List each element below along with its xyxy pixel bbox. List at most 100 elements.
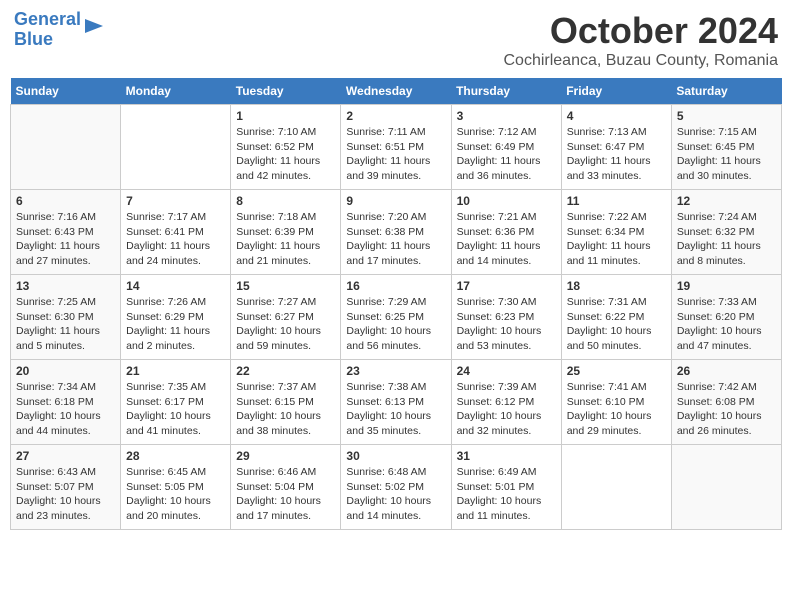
calendar-cell: 28 Sunrise: 6:45 AM Sunset: 5:05 PM Dayli… bbox=[121, 445, 231, 530]
week-row-3: 13Sunrise: 7:25 AM Sunset: 6:30 PM Dayli… bbox=[11, 275, 782, 360]
day-info: Sunrise: 7:34 AM Sunset: 6:18 PM Dayligh… bbox=[16, 380, 115, 439]
day-number: 25 bbox=[567, 364, 666, 378]
calendar-cell: 14 Sunrise: 7:26 AM Sunset: 6:29 PM Dayli… bbox=[121, 275, 231, 360]
day-number: 4 bbox=[567, 109, 666, 123]
calendar-cell: 10 Sunrise: 7:21 AM Sunset: 6:36 PM Dayli… bbox=[451, 190, 561, 275]
calendar-cell: 31 Sunrise: 6:49 AM Sunset: 5:01 PM Dayli… bbox=[451, 445, 561, 530]
calendar-cell: 13Sunrise: 7:25 AM Sunset: 6:30 PM Dayli… bbox=[11, 275, 121, 360]
day-info: Sunrise: 7:24 AM Sunset: 6:32 PM Dayligh… bbox=[677, 210, 776, 269]
calendar-cell: 6 Sunrise: 7:16 AM Sunset: 6:43 PM Daylig… bbox=[11, 190, 121, 275]
day-info: Sunrise: 7:35 AM Sunset: 6:17 PM Dayligh… bbox=[126, 380, 225, 439]
day-info: Sunrise: 7:11 AM Sunset: 6:51 PM Dayligh… bbox=[346, 125, 445, 184]
calendar-cell bbox=[11, 105, 121, 190]
calendar-cell: 15 Sunrise: 7:27 AM Sunset: 6:27 PM Dayli… bbox=[231, 275, 341, 360]
calendar-cell: 21Sunrise: 7:35 AM Sunset: 6:17 PM Dayli… bbox=[121, 360, 231, 445]
calendar-cell: 8 Sunrise: 7:18 AM Sunset: 6:39 PM Daylig… bbox=[231, 190, 341, 275]
calendar-cell: 2Sunrise: 7:11 AM Sunset: 6:51 PM Daylig… bbox=[341, 105, 451, 190]
calendar-cell: 19 Sunrise: 7:33 AM Sunset: 6:20 PM Dayli… bbox=[671, 275, 781, 360]
day-info: Sunrise: 7:41 AM Sunset: 6:10 PM Dayligh… bbox=[567, 380, 666, 439]
day-info: Sunrise: 7:15 AM Sunset: 6:45 PM Dayligh… bbox=[677, 125, 776, 184]
calendar-cell: 26 Sunrise: 7:42 AM Sunset: 6:08 PM Dayli… bbox=[671, 360, 781, 445]
week-row-1: 1 Sunrise: 7:10 AM Sunset: 6:52 PM Daylig… bbox=[11, 105, 782, 190]
day-info: Sunrise: 7:29 AM Sunset: 6:25 PM Dayligh… bbox=[346, 295, 445, 354]
day-info: Sunrise: 7:39 AM Sunset: 6:12 PM Dayligh… bbox=[457, 380, 556, 439]
header-day-saturday: Saturday bbox=[671, 78, 781, 105]
day-number: 19 bbox=[677, 279, 776, 293]
month-title: October 2024 bbox=[503, 10, 778, 52]
calendar-cell: 1 Sunrise: 7:10 AM Sunset: 6:52 PM Daylig… bbox=[231, 105, 341, 190]
day-info: Sunrise: 7:10 AM Sunset: 6:52 PM Dayligh… bbox=[236, 125, 335, 184]
day-info: Sunrise: 6:48 AM Sunset: 5:02 PM Dayligh… bbox=[346, 465, 445, 524]
day-info: Sunrise: 7:18 AM Sunset: 6:39 PM Dayligh… bbox=[236, 210, 335, 269]
day-number: 14 bbox=[126, 279, 225, 293]
calendar-cell: 27Sunrise: 6:43 AM Sunset: 5:07 PM Dayli… bbox=[11, 445, 121, 530]
header-day-thursday: Thursday bbox=[451, 78, 561, 105]
calendar-cell: 22 Sunrise: 7:37 AM Sunset: 6:15 PM Dayli… bbox=[231, 360, 341, 445]
header-day-sunday: Sunday bbox=[11, 78, 121, 105]
day-info: Sunrise: 7:26 AM Sunset: 6:29 PM Dayligh… bbox=[126, 295, 225, 354]
day-number: 20 bbox=[16, 364, 115, 378]
day-info: Sunrise: 7:27 AM Sunset: 6:27 PM Dayligh… bbox=[236, 295, 335, 354]
day-number: 5 bbox=[677, 109, 776, 123]
day-number: 26 bbox=[677, 364, 776, 378]
day-number: 11 bbox=[567, 194, 666, 208]
day-number: 22 bbox=[236, 364, 335, 378]
title-section: October 2024 Cochirleanca, Buzau County,… bbox=[503, 10, 778, 70]
header-day-friday: Friday bbox=[561, 78, 671, 105]
week-row-2: 6 Sunrise: 7:16 AM Sunset: 6:43 PM Daylig… bbox=[11, 190, 782, 275]
logo: GeneralBlue bbox=[14, 10, 105, 50]
day-number: 27 bbox=[16, 449, 115, 463]
day-info: Sunrise: 7:30 AM Sunset: 6:23 PM Dayligh… bbox=[457, 295, 556, 354]
calendar-cell bbox=[121, 105, 231, 190]
calendar-cell: 23Sunrise: 7:38 AM Sunset: 6:13 PM Dayli… bbox=[341, 360, 451, 445]
calendar-table: SundayMondayTuesdayWednesdayThursdayFrid… bbox=[10, 78, 782, 530]
calendar-cell: 24 Sunrise: 7:39 AM Sunset: 6:12 PM Dayli… bbox=[451, 360, 561, 445]
calendar-cell: 25 Sunrise: 7:41 AM Sunset: 6:10 PM Dayli… bbox=[561, 360, 671, 445]
location-title: Cochirleanca, Buzau County, Romania bbox=[503, 52, 778, 70]
day-info: Sunrise: 6:49 AM Sunset: 5:01 PM Dayligh… bbox=[457, 465, 556, 524]
calendar-cell: 30 Sunrise: 6:48 AM Sunset: 5:02 PM Dayli… bbox=[341, 445, 451, 530]
day-number: 12 bbox=[677, 194, 776, 208]
calendar-cell: 5 Sunrise: 7:15 AM Sunset: 6:45 PM Daylig… bbox=[671, 105, 781, 190]
day-number: 1 bbox=[236, 109, 335, 123]
calendar-cell: 12 Sunrise: 7:24 AM Sunset: 6:32 PM Dayli… bbox=[671, 190, 781, 275]
day-number: 18 bbox=[567, 279, 666, 293]
day-info: Sunrise: 7:33 AM Sunset: 6:20 PM Dayligh… bbox=[677, 295, 776, 354]
calendar-cell: 3Sunrise: 7:12 AM Sunset: 6:49 PM Daylig… bbox=[451, 105, 561, 190]
day-number: 31 bbox=[457, 449, 556, 463]
day-number: 16 bbox=[346, 279, 445, 293]
day-number: 28 bbox=[126, 449, 225, 463]
calendar-header: SundayMondayTuesdayWednesdayThursdayFrid… bbox=[11, 78, 782, 105]
day-info: Sunrise: 7:42 AM Sunset: 6:08 PM Dayligh… bbox=[677, 380, 776, 439]
day-number: 8 bbox=[236, 194, 335, 208]
day-info: Sunrise: 7:16 AM Sunset: 6:43 PM Dayligh… bbox=[16, 210, 115, 269]
day-number: 6 bbox=[16, 194, 115, 208]
day-info: Sunrise: 7:12 AM Sunset: 6:49 PM Dayligh… bbox=[457, 125, 556, 184]
calendar-cell bbox=[671, 445, 781, 530]
day-number: 15 bbox=[236, 279, 335, 293]
calendar-cell: 17Sunrise: 7:30 AM Sunset: 6:23 PM Dayli… bbox=[451, 275, 561, 360]
calendar-cell bbox=[561, 445, 671, 530]
header-day-tuesday: Tuesday bbox=[231, 78, 341, 105]
day-info: Sunrise: 7:17 AM Sunset: 6:41 PM Dayligh… bbox=[126, 210, 225, 269]
logo-icon bbox=[83, 15, 105, 37]
day-info: Sunrise: 6:45 AM Sunset: 5:05 PM Dayligh… bbox=[126, 465, 225, 524]
day-number: 30 bbox=[346, 449, 445, 463]
calendar-cell: 18Sunrise: 7:31 AM Sunset: 6:22 PM Dayli… bbox=[561, 275, 671, 360]
header-day-monday: Monday bbox=[121, 78, 231, 105]
calendar-cell: 7Sunrise: 7:17 AM Sunset: 6:41 PM Daylig… bbox=[121, 190, 231, 275]
day-number: 24 bbox=[457, 364, 556, 378]
calendar-cell: 20 Sunrise: 7:34 AM Sunset: 6:18 PM Dayli… bbox=[11, 360, 121, 445]
header-day-wednesday: Wednesday bbox=[341, 78, 451, 105]
day-number: 29 bbox=[236, 449, 335, 463]
calendar-cell: 16 Sunrise: 7:29 AM Sunset: 6:25 PM Dayli… bbox=[341, 275, 451, 360]
day-number: 10 bbox=[457, 194, 556, 208]
calendar-body: 1 Sunrise: 7:10 AM Sunset: 6:52 PM Daylig… bbox=[11, 105, 782, 530]
calendar-cell: 9Sunrise: 7:20 AM Sunset: 6:38 PM Daylig… bbox=[341, 190, 451, 275]
day-info: Sunrise: 7:21 AM Sunset: 6:36 PM Dayligh… bbox=[457, 210, 556, 269]
logo-text: GeneralBlue bbox=[14, 10, 81, 50]
day-info: Sunrise: 7:25 AM Sunset: 6:30 PM Dayligh… bbox=[16, 295, 115, 354]
calendar-cell: 11Sunrise: 7:22 AM Sunset: 6:34 PM Dayli… bbox=[561, 190, 671, 275]
day-info: Sunrise: 7:37 AM Sunset: 6:15 PM Dayligh… bbox=[236, 380, 335, 439]
day-info: Sunrise: 7:13 AM Sunset: 6:47 PM Dayligh… bbox=[567, 125, 666, 184]
